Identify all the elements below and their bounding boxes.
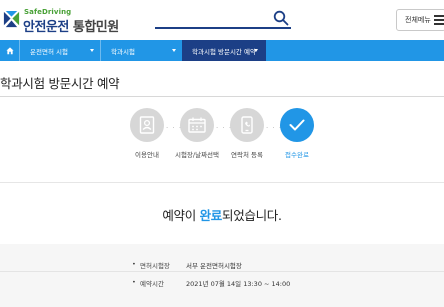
logo-title-part1: 안전운전 <box>23 20 69 35</box>
nav-item-driving-test[interactable]: 운전면허 시험 <box>19 40 100 61</box>
main-navbar: 운전면허 시험 학과시험 학과시험 방문시간 예약 <box>0 40 444 61</box>
info-label: 면허시험장 <box>140 262 170 270</box>
logo-title-part2: 통합민원 <box>72 20 119 35</box>
nav-item-label: 학과시험 방문시간 예약 <box>192 47 256 56</box>
step-2-circle <box>180 108 214 142</box>
step-4-label: 접수완료 <box>285 151 309 159</box>
home-icon <box>5 46 14 54</box>
logo-mark-icon <box>3 10 20 28</box>
document-user-icon <box>139 116 155 134</box>
nav-item-visit-reservation[interactable]: 학과시험 방문시간 예약 <box>182 40 266 61</box>
page-title: 학과시험 방문시간 예약 <box>0 76 120 91</box>
divider <box>0 96 444 97</box>
nav-item-label: 학과시험 <box>111 47 135 56</box>
search-input[interactable] <box>155 9 291 29</box>
nav-item-label: 운전면허 시험 <box>30 47 68 56</box>
site-logo[interactable]: SafeDriving 안전운전 통합민원 <box>2 8 132 35</box>
chevron-down-icon <box>90 49 94 52</box>
phone-icon <box>241 116 253 134</box>
chevron-down-icon <box>172 49 176 52</box>
logo-subtitle: SafeDriving <box>24 8 72 16</box>
site-header: SafeDriving 안전운전 통합민원 전체메뉴 <box>0 0 444 40</box>
chevron-down-icon <box>254 49 258 52</box>
calendar-icon <box>188 117 206 133</box>
step-4-circle <box>280 108 314 142</box>
hamburger-icon <box>434 15 444 25</box>
search-icon[interactable] <box>273 10 289 26</box>
home-button[interactable] <box>0 40 19 61</box>
completion-message: 예약이 완료되었습니다. <box>0 205 444 224</box>
step-1-circle <box>130 108 164 142</box>
logo-title: 안전운전 통합민원 <box>23 16 119 35</box>
check-icon <box>289 119 305 131</box>
message-prefix: 예약이 <box>162 208 200 223</box>
all-menu-button[interactable]: 전체메뉴 <box>396 9 444 31</box>
divider <box>0 271 444 272</box>
divider <box>0 182 444 183</box>
info-value: 2021년 07월 14일 13:30 ~ 14:00 <box>186 280 291 288</box>
message-highlight: 완료 <box>199 208 223 223</box>
bullet: • <box>132 278 136 286</box>
nav-item-written-test[interactable]: 학과시험 <box>100 40 182 61</box>
info-value: 서부 운전면허시험장 <box>186 262 242 270</box>
step-3-circle <box>230 108 264 142</box>
info-label: 예약시간 <box>140 280 164 288</box>
message-suffix: 되었습니다. <box>222 208 282 223</box>
bullet: • <box>132 260 136 268</box>
all-menu-label: 전체메뉴 <box>405 16 431 24</box>
